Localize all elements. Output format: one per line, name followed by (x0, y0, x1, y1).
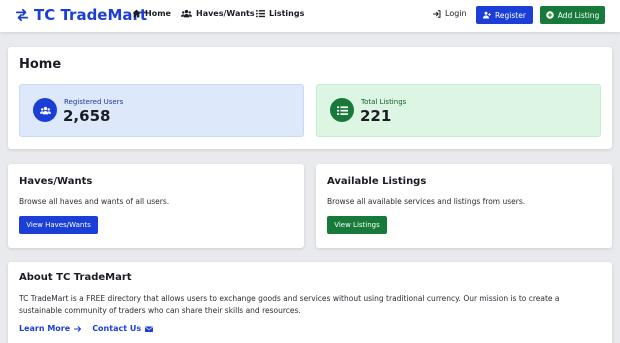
registered-users-value: 2,658 (63, 107, 111, 125)
envelope-icon (145, 326, 154, 332)
about-text: TC TradeMart is a FREE directory that al… (19, 294, 560, 315)
nav-listings-label: Listings (269, 9, 305, 18)
haves-wants-description: Browse all haves and wants of all users. (19, 197, 170, 206)
available-listings-description: Browse all available services and listin… (327, 197, 526, 206)
add-listing-button[interactable]: Add Listing (540, 6, 605, 24)
total-listings-label: Total Listings (361, 98, 407, 106)
haves-wants-title: Haves/Wants (19, 176, 93, 187)
total-listings-stat: Total Listings 221 (316, 84, 601, 137)
list-icon (330, 98, 354, 122)
plus-circle-icon (545, 11, 554, 19)
users-icon (181, 9, 192, 18)
register-label: Register (495, 10, 526, 20)
nav-haves-wants-label: Haves/Wants (196, 9, 255, 18)
home-icon (132, 9, 141, 18)
learn-more-link[interactable]: Learn More (19, 324, 82, 333)
navbar: TC TradeMart Home Haves/Wants Listings L… (0, 0, 620, 32)
registered-users-stat: Registered Users 2,658 (19, 84, 304, 137)
haves-wants-card: Haves/Wants Browse all haves and wants o… (8, 164, 304, 248)
exchange-arrows-icon (15, 8, 29, 22)
login-link[interactable]: Login (433, 9, 467, 18)
login-label: Login (445, 9, 467, 18)
home-card: Home Registered Users 2,658 Total Listin… (8, 47, 612, 149)
list-icon (256, 10, 265, 18)
nav-home[interactable]: Home (132, 9, 171, 18)
nav-home-label: Home (145, 9, 171, 18)
contact-us-label: Contact Us (92, 324, 142, 333)
about-title: About TC TradeMart (19, 272, 132, 283)
learn-more-label: Learn More (19, 324, 71, 333)
brand-name: TC TradeMart (34, 6, 148, 24)
view-listings-button[interactable]: View Listings (327, 216, 387, 234)
nav-haves-wants[interactable]: Haves/Wants (181, 9, 255, 18)
page-title: Home (19, 57, 62, 72)
available-listings-title: Available Listings (327, 176, 427, 187)
registered-users-label: Registered Users (64, 98, 124, 106)
add-listing-label: Add Listing (557, 10, 600, 20)
available-listings-card: Available Listings Browse all available … (316, 164, 612, 248)
view-haves-wants-button[interactable]: View Haves/Wants (19, 216, 98, 234)
register-button[interactable]: Register (476, 6, 533, 24)
users-icon (33, 98, 57, 122)
sign-in-icon (433, 9, 441, 18)
brand-logo[interactable]: TC TradeMart (15, 6, 147, 24)
about-card: About TC TradeMart TC TradeMart is a FRE… (8, 262, 612, 343)
about-links: Learn More Contact Us (19, 324, 154, 333)
arrow-right-icon (74, 325, 82, 332)
user-plus-icon (483, 11, 492, 19)
total-listings-value: 221 (360, 107, 392, 125)
nav-listings[interactable]: Listings (256, 9, 304, 18)
contact-us-link[interactable]: Contact Us (92, 324, 154, 333)
